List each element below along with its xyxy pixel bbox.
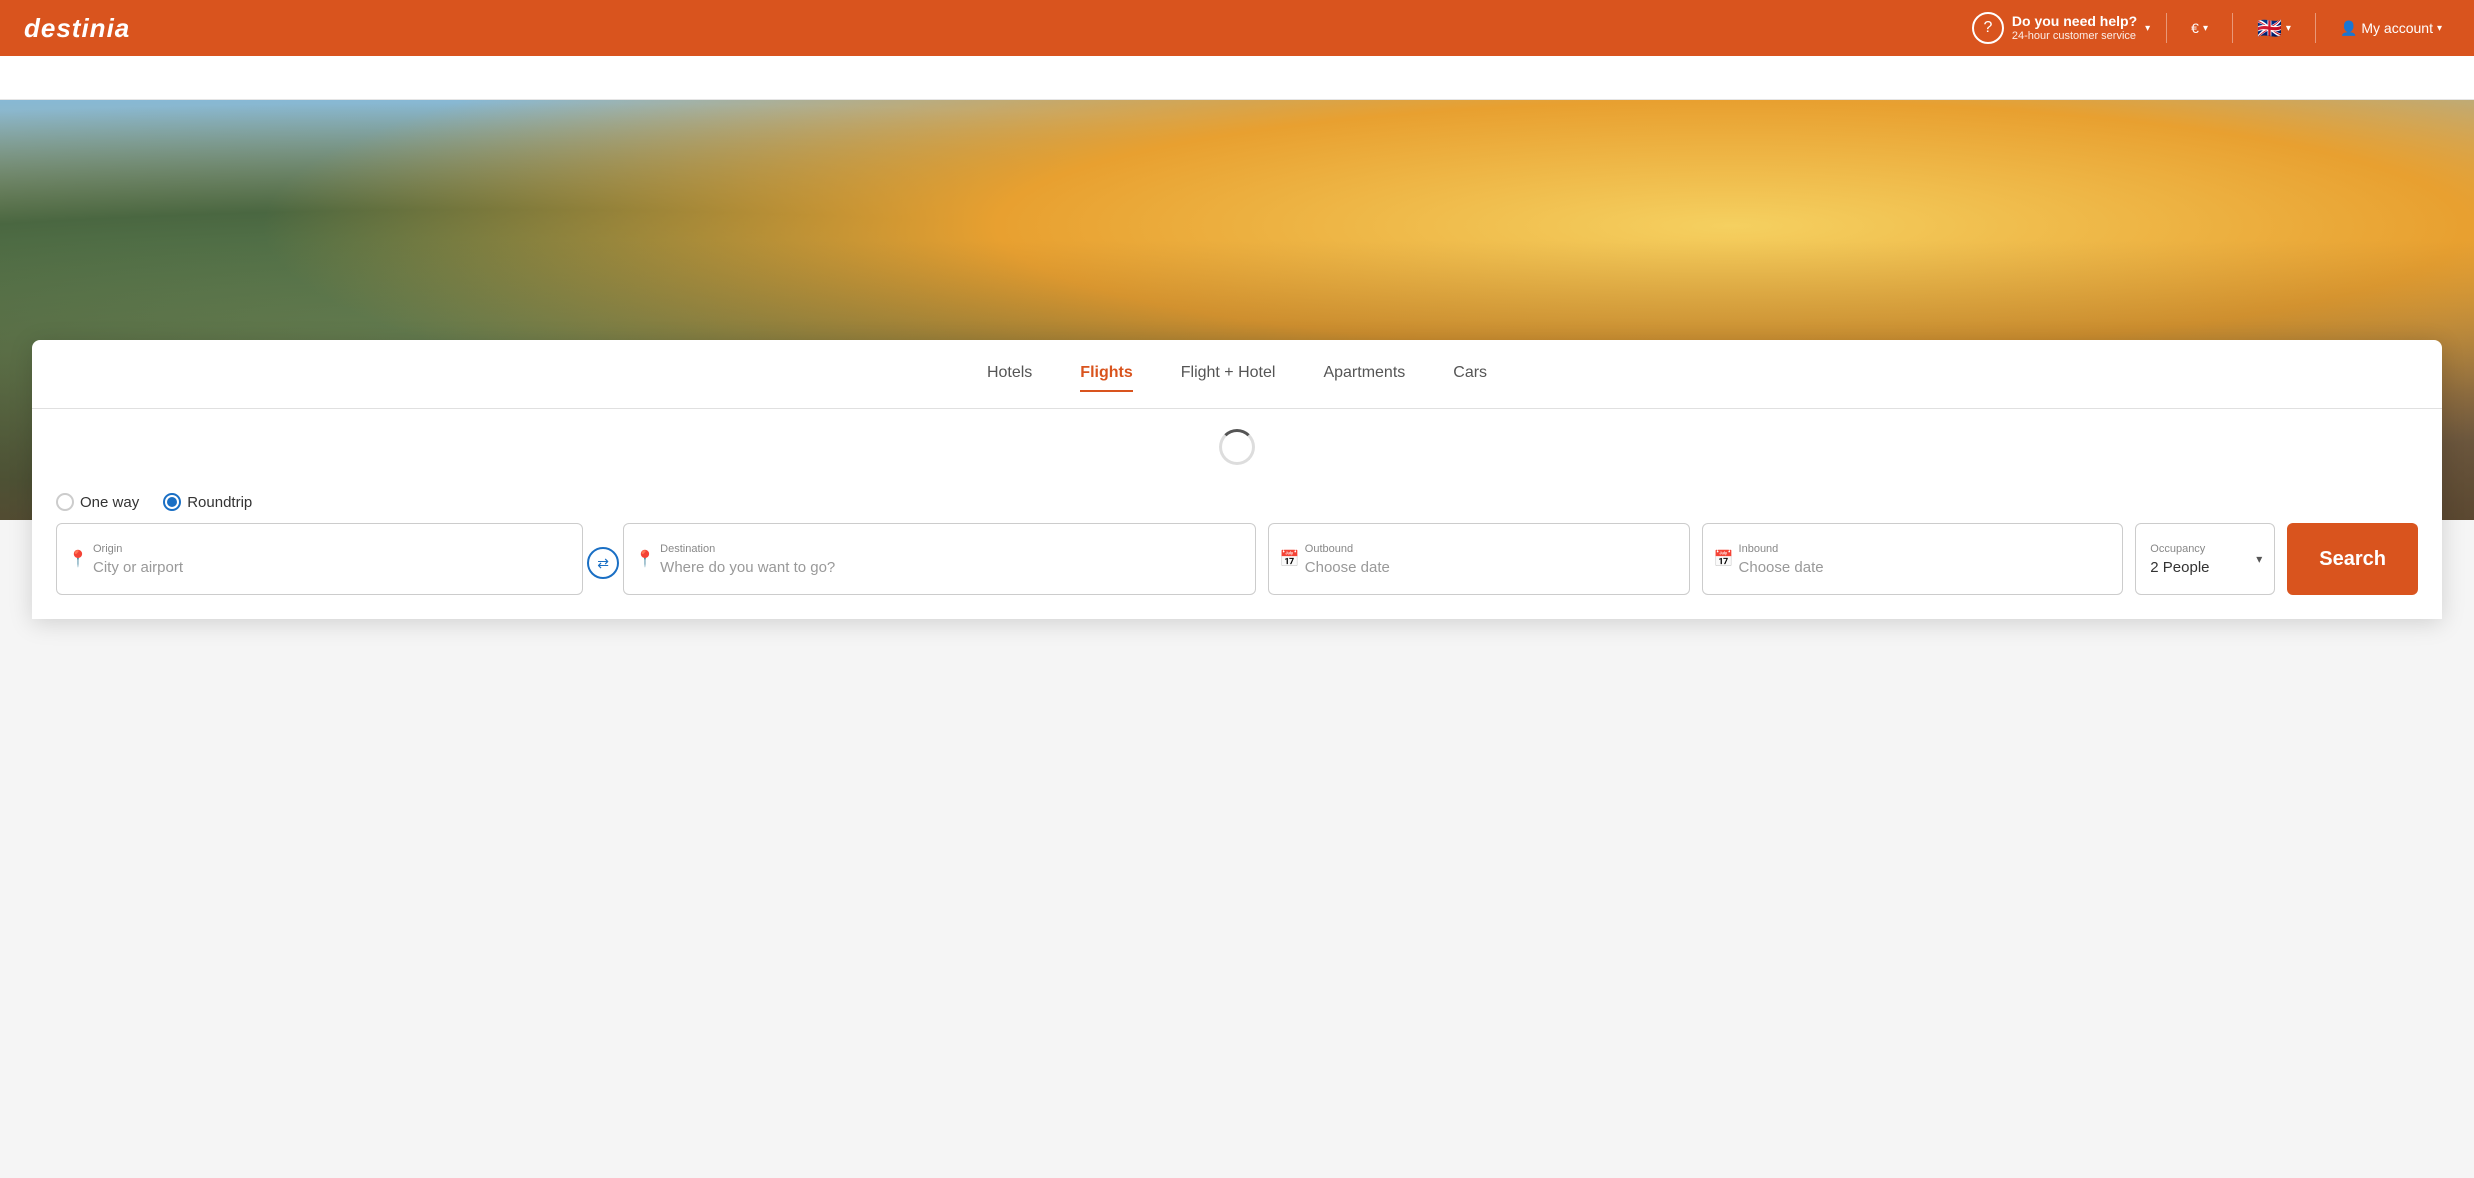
- gap-1: [1256, 523, 1268, 595]
- divider-1: [2166, 13, 2167, 43]
- search-form: 📍 Origin City or airport ⇄ 📍 Destination…: [32, 523, 2442, 619]
- origin-input-box[interactable]: Origin City or airport: [56, 523, 583, 595]
- header-right: ? Do you need help? 24-hour customer ser…: [1972, 12, 2450, 45]
- account-label: My account: [2361, 20, 2433, 36]
- destination-input-box[interactable]: Destination Where do you want to go?: [623, 523, 1256, 595]
- swap-button-wrap: ⇄: [583, 523, 623, 595]
- search-button[interactable]: Search: [2287, 523, 2418, 595]
- outbound-input-box[interactable]: Outbound Choose date: [1268, 523, 1690, 595]
- destination-placeholder: Where do you want to go?: [660, 559, 1241, 576]
- roundtrip-label: Roundtrip: [187, 494, 252, 511]
- help-text: Do you need help? 24-hour customer servi…: [2012, 13, 2137, 43]
- origin-label: Origin: [93, 543, 568, 555]
- sub-nav: [0, 56, 2474, 100]
- one-way-option[interactable]: One way: [56, 493, 139, 511]
- inbound-placeholder: Choose date: [1739, 559, 2109, 576]
- logo: destinia: [24, 13, 130, 44]
- tab-hotels[interactable]: Hotels: [987, 364, 1032, 392]
- inbound-calendar-icon: 📅: [1714, 549, 1734, 569]
- inbound-input-box[interactable]: Inbound Choose date: [1702, 523, 2124, 595]
- one-way-label: One way: [80, 494, 139, 511]
- outbound-label: Outbound: [1305, 543, 1675, 555]
- spinner: [1219, 429, 1255, 465]
- occupancy-select[interactable]: 2 People 1 Person 3 People 4 People: [2150, 559, 2260, 576]
- currency-symbol: €: [2191, 20, 2199, 36]
- account-person-icon: 👤: [2340, 20, 2357, 37]
- help-icon: ?: [1972, 12, 2004, 44]
- service-tabs: Hotels Flights Flight + Hotel Apartments…: [32, 340, 2442, 409]
- header: destinia ? Do you need help? 24-hour cus…: [0, 0, 2474, 56]
- currency-chevron: ▾: [2203, 23, 2208, 34]
- help-button[interactable]: ? Do you need help? 24-hour customer ser…: [1972, 12, 2150, 44]
- tab-flight-hotel[interactable]: Flight + Hotel: [1181, 364, 1276, 392]
- divider-2: [2232, 13, 2233, 43]
- flag-icon: 🇬🇧: [2257, 16, 2282, 41]
- outbound-calendar-icon: 📅: [1280, 549, 1300, 569]
- occupancy-label: Occupancy: [2150, 543, 2260, 555]
- help-title: Do you need help?: [2012, 13, 2137, 30]
- inbound-label: Inbound: [1739, 543, 2109, 555]
- origin-field: 📍 Origin City or airport: [56, 523, 583, 595]
- account-chevron: ▾: [2437, 23, 2442, 34]
- origin-location-icon: 📍: [68, 549, 88, 569]
- tab-flights[interactable]: Flights: [1080, 364, 1132, 392]
- inbound-field: 📅 Inbound Choose date: [1702, 523, 2124, 595]
- trip-type-row: One way Roundtrip: [32, 485, 2442, 523]
- roundtrip-radio[interactable]: [163, 493, 181, 511]
- origin-placeholder: City or airport: [93, 559, 568, 576]
- language-chevron: ▾: [2286, 23, 2291, 34]
- one-way-radio[interactable]: [56, 493, 74, 511]
- gap-2: [1690, 523, 1702, 595]
- language-selector[interactable]: 🇬🇧 ▾: [2249, 12, 2299, 45]
- destination-field: 📍 Destination Where do you want to go?: [623, 523, 1256, 595]
- occupancy-field[interactable]: Occupancy 2 People 1 Person 3 People 4 P…: [2135, 523, 2275, 595]
- roundtrip-option[interactable]: Roundtrip: [163, 493, 252, 511]
- destination-label: Destination: [660, 543, 1241, 555]
- loading-indicator: [32, 409, 2442, 485]
- currency-selector[interactable]: € ▾: [2183, 16, 2216, 40]
- search-card: Hotels Flights Flight + Hotel Apartments…: [32, 340, 2442, 619]
- outbound-placeholder: Choose date: [1305, 559, 1675, 576]
- account-button[interactable]: 👤 My account ▾: [2332, 16, 2450, 41]
- tab-cars[interactable]: Cars: [1453, 364, 1487, 392]
- divider-3: [2315, 13, 2316, 43]
- occupancy-chevron-icon: ▾: [2256, 552, 2262, 566]
- swap-button[interactable]: ⇄: [587, 547, 619, 579]
- gap-3: [2123, 523, 2135, 595]
- destination-location-icon: 📍: [635, 549, 655, 569]
- outbound-field: 📅 Outbound Choose date: [1268, 523, 1690, 595]
- tab-apartments[interactable]: Apartments: [1323, 364, 1405, 392]
- help-subtitle: 24-hour customer service: [2012, 30, 2137, 43]
- help-chevron: ▾: [2145, 23, 2150, 34]
